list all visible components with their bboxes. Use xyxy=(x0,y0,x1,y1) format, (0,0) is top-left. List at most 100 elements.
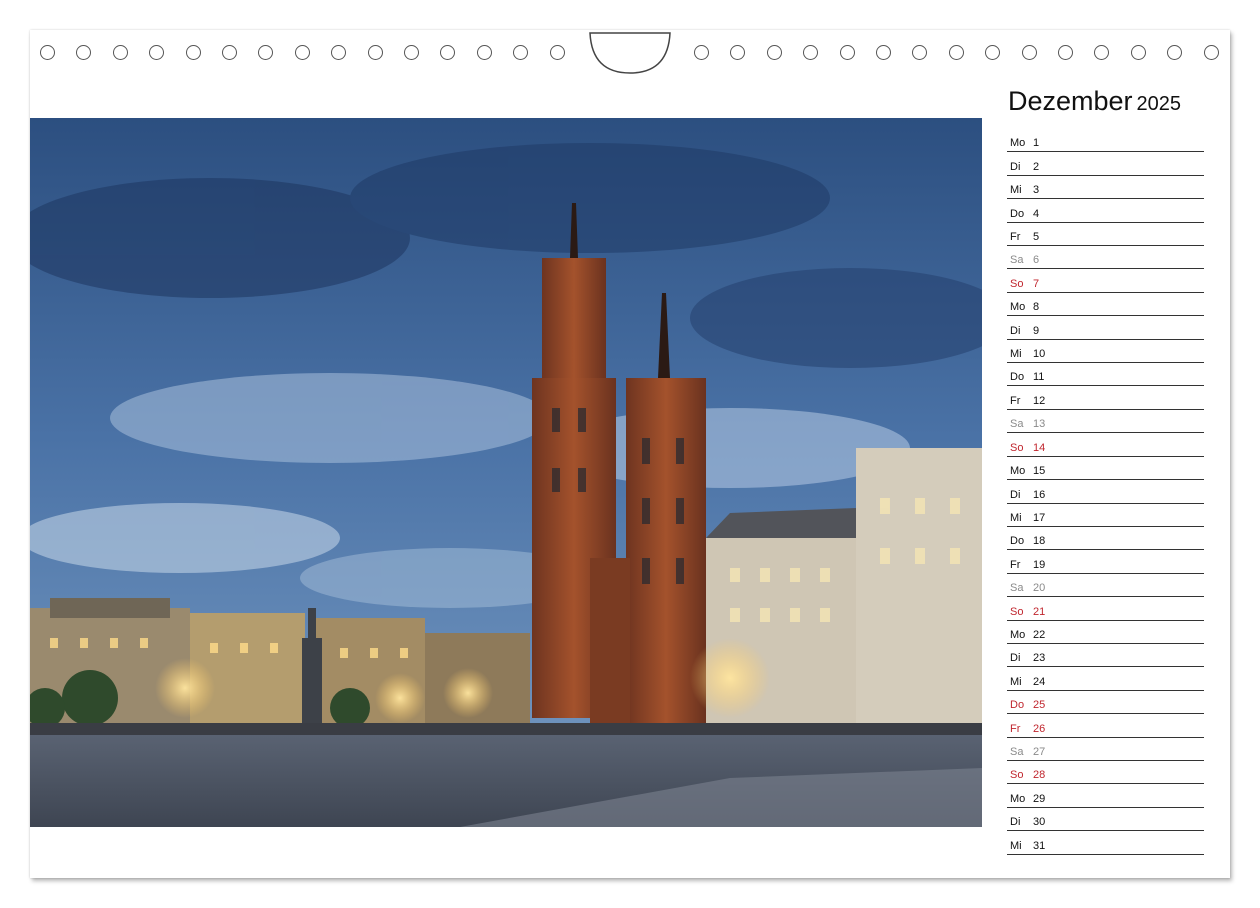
day-row: So 14 xyxy=(1007,433,1204,457)
weekday-label: Fr xyxy=(1010,231,1021,244)
day-number: 19 xyxy=(1033,558,1046,571)
binding-hole-icon xyxy=(367,45,383,60)
binding-hole-icon xyxy=(1167,45,1183,60)
day-row: Mi 24 xyxy=(1007,667,1204,691)
binding-hole-icon xyxy=(476,45,492,60)
calendar-page: Dezember 2025 Mo 1 Di 2 Mi 3 Do 4 Fr 5 Sa 6 So 7 Mo 8 Di 9… xyxy=(30,30,1230,878)
day-number: 22 xyxy=(1033,628,1046,641)
day-number: 27 xyxy=(1033,745,1046,758)
weekday-label: Di xyxy=(1010,652,1021,665)
binding-hole-icon xyxy=(803,45,819,60)
weekday-label: Di xyxy=(1010,816,1021,829)
binding-hole-icon xyxy=(185,45,201,60)
weekday-label: Fr xyxy=(1010,394,1021,407)
binding-hole-icon xyxy=(549,45,565,60)
binding-hole-icon xyxy=(258,45,274,60)
binding-hole-icon xyxy=(1130,45,1146,60)
spiral-binding xyxy=(30,30,1230,80)
day-row: Fr 26 xyxy=(1007,714,1204,738)
day-number: 2 xyxy=(1033,160,1040,173)
weekday-label: Di xyxy=(1010,488,1021,501)
binding-hole-icon xyxy=(839,45,855,60)
day-row: So 28 xyxy=(1007,761,1204,785)
day-row: Di 30 xyxy=(1007,808,1204,832)
weekday-label: So xyxy=(1010,605,1024,618)
day-number: 18 xyxy=(1033,535,1046,548)
weekday-label: Fr xyxy=(1010,722,1021,735)
day-row: Mi 10 xyxy=(1007,340,1204,364)
photo-church-square xyxy=(30,118,982,827)
binding-hole-icon xyxy=(149,45,165,60)
weekday-label: Mi xyxy=(1010,184,1022,197)
day-number: 25 xyxy=(1033,699,1046,712)
day-row: Fr 5 xyxy=(1007,223,1204,247)
day-row: Mi 17 xyxy=(1007,504,1204,527)
binding-hole-icon xyxy=(222,45,237,60)
day-row: Di 2 xyxy=(1007,152,1204,176)
day-number: 5 xyxy=(1033,231,1040,244)
binding-hole-icon xyxy=(1094,45,1110,60)
weekday-label: Sa xyxy=(1010,745,1024,758)
weekday-label: Sa xyxy=(1010,582,1024,595)
day-row: Mo 22 xyxy=(1007,621,1204,644)
day-row: Mo 29 xyxy=(1007,784,1204,808)
weekday-label: Sa xyxy=(1010,418,1024,431)
day-row: So 21 xyxy=(1007,597,1204,621)
binding-hole-icon xyxy=(331,45,347,60)
weekday-label: So xyxy=(1010,441,1024,454)
binding-hole-icon xyxy=(112,45,128,60)
weekday-label: So xyxy=(1010,277,1024,290)
weekday-label: Do xyxy=(1010,371,1025,384)
day-row: Sa 20 xyxy=(1007,574,1204,598)
hanger-cutout-icon xyxy=(589,32,671,74)
day-number: 31 xyxy=(1033,839,1046,852)
day-row: Di 16 xyxy=(1007,480,1204,504)
binding-hole-icon xyxy=(440,45,456,60)
binding-hole-icon xyxy=(294,45,310,60)
day-number: 14 xyxy=(1033,441,1046,454)
day-row: Di 9 xyxy=(1007,316,1204,340)
day-row: Do 11 xyxy=(1007,363,1204,387)
binding-hole-icon xyxy=(404,45,419,60)
weekday-label: Do xyxy=(1010,535,1025,548)
day-number: 17 xyxy=(1033,511,1046,524)
year-label: 2025 xyxy=(1136,93,1182,115)
binding-hole-icon xyxy=(948,45,964,60)
day-row: Mi 3 xyxy=(1007,176,1204,200)
binding-hole-icon xyxy=(40,45,55,60)
day-row: Do 18 xyxy=(1007,527,1204,551)
day-number: 30 xyxy=(1033,816,1046,829)
weekday-label: Di xyxy=(1010,324,1021,337)
day-number: 21 xyxy=(1033,605,1046,618)
binding-hole-icon xyxy=(876,45,891,60)
binding-hole-icon xyxy=(912,45,928,60)
month-title: Dezember 2025 xyxy=(1008,86,1181,117)
day-number: 9 xyxy=(1033,324,1040,337)
weekday-label: Mi xyxy=(1010,839,1022,852)
day-row: Fr 19 xyxy=(1007,550,1204,574)
day-number: 24 xyxy=(1033,675,1046,688)
day-number: 28 xyxy=(1033,769,1046,782)
day-number: 13 xyxy=(1033,418,1046,431)
day-row: Mo 8 xyxy=(1007,293,1204,317)
day-number: 29 xyxy=(1033,792,1046,805)
day-row: Mo 15 xyxy=(1007,457,1204,481)
day-row: Mo 1 xyxy=(1007,129,1204,153)
day-list: Mo 1 Di 2 Mi 3 Do 4 Fr 5 Sa 6 So 7 Mo 8 Di 9 Mi 10 Do 11 Fr 12 S… xyxy=(1007,129,1204,855)
day-number: 23 xyxy=(1033,652,1046,665)
weekday-label: Mo xyxy=(1010,792,1026,805)
day-row: Sa 13 xyxy=(1007,410,1204,434)
weekday-label: Di xyxy=(1010,160,1021,173)
binding-hole-icon xyxy=(766,45,782,60)
weekday-label: Fr xyxy=(1010,558,1021,571)
weekday-label: Mi xyxy=(1010,675,1022,688)
binding-hole-icon xyxy=(1203,45,1219,60)
day-row: Sa 6 xyxy=(1007,246,1204,270)
day-row: Do 25 xyxy=(1007,691,1204,715)
day-row: Fr 12 xyxy=(1007,386,1204,410)
day-row: So 7 xyxy=(1007,269,1204,293)
day-number: 12 xyxy=(1033,394,1046,407)
day-number: 7 xyxy=(1033,277,1040,290)
day-number: 6 xyxy=(1033,254,1040,267)
binding-hole-icon xyxy=(985,45,1001,60)
